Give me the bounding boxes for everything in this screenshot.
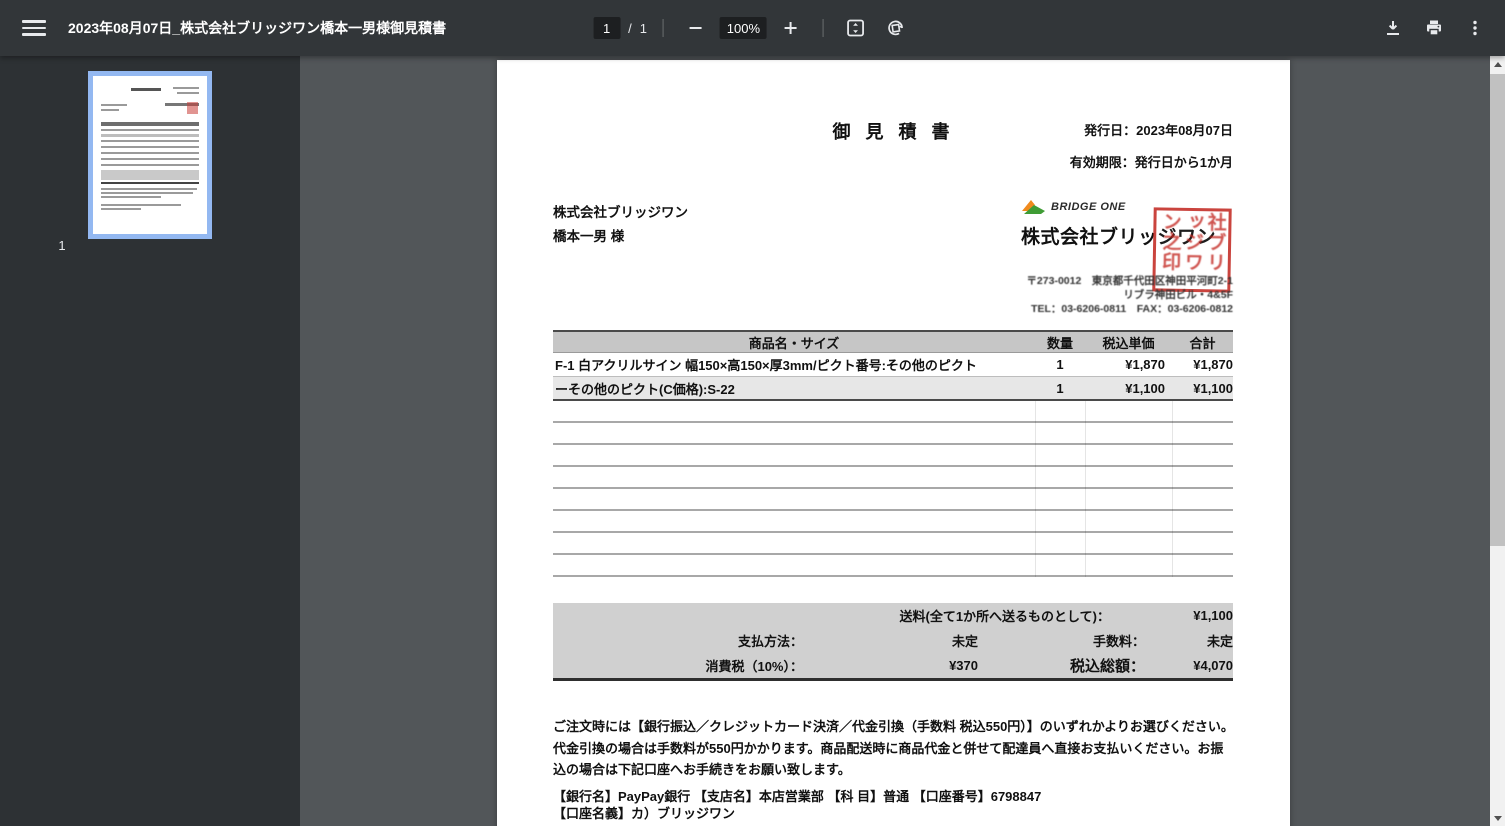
- empty-table-row: [553, 445, 1233, 467]
- payment-notes: ご注文時には【銀行振込／クレジットカード決済／代金引換（手数料 税込550円）】…: [553, 719, 1234, 777]
- zoom-in-icon: [784, 22, 797, 34]
- header-product: 商品名・サイズ: [748, 335, 840, 351]
- bank-info-line2: 【口座名義】カ）ブリッジワン: [553, 806, 736, 821]
- grand-total-label: 税込総額：: [1069, 658, 1145, 675]
- header-total: 合計: [1189, 335, 1216, 351]
- table-gap: [553, 577, 1233, 603]
- print-button[interactable]: [1418, 12, 1450, 44]
- tax-value: ¥370: [949, 658, 978, 673]
- print-icon: [1427, 20, 1441, 36]
- issue-date: 発行日：2023年08月07日: [1084, 123, 1233, 138]
- more-vertical-icon: [1473, 20, 1477, 36]
- thumbnail-page-number: 1: [58, 238, 66, 253]
- grand-total-value: ¥4,070: [1193, 658, 1233, 673]
- empty-table-row: [553, 423, 1233, 445]
- zoom-level-input[interactable]: [719, 17, 767, 39]
- company-logo-icon: [1022, 200, 1045, 214]
- empty-table-row: [553, 489, 1233, 511]
- table-header-row: 商品名・サイズ 数量 税込単価 合計: [553, 330, 1233, 353]
- thumbnail-page-preview: [88, 71, 212, 239]
- empty-table-row: [553, 467, 1233, 489]
- zoom-out-icon: [689, 27, 702, 29]
- header-unit-price: 税込単価: [1102, 335, 1155, 351]
- table-row: ーその他のピクト(C価格):S-22 1 ¥1,100 ¥1,100: [553, 377, 1233, 401]
- column-divider: [1172, 401, 1173, 577]
- toolbar-separator: [662, 19, 664, 37]
- thumbnail-sidebar: 1: [0, 56, 300, 826]
- rotate-counterclockwise-icon: [888, 20, 904, 36]
- pdf-viewer-area: 御 見 積 書 発行日：2023年08月07日 有効期限：発行日から1か月 株式…: [300, 56, 1490, 826]
- empty-rows: [553, 401, 1233, 577]
- shipping-value: ¥1,100: [1193, 608, 1233, 623]
- header-quantity: 数量: [1046, 335, 1073, 351]
- tax-label: 消費税（10%）：: [705, 659, 803, 674]
- empty-table-row: [553, 533, 1233, 555]
- toolbar-separator: [822, 19, 824, 37]
- page-number-input[interactable]: [593, 17, 621, 39]
- payment-method-value: 未定: [951, 634, 978, 649]
- empty-table-row: [553, 555, 1233, 577]
- recipient-name: 橋本一男 様: [553, 229, 625, 244]
- fee-label: 手数料：: [1092, 634, 1145, 649]
- page-thumbnail[interactable]: [88, 71, 212, 239]
- column-divider: [1035, 401, 1036, 577]
- vendor-address: 〒273-0012 東京都千代田区神田平河町2-1 リブラ神田ビル・4&5F T…: [1026, 275, 1233, 315]
- pdf-toolbar: 2023年08月07日_株式会社ブリッジワン橋本一男様御見積書 / 1: [0, 0, 1505, 56]
- scroll-down-button[interactable]: [1490, 810, 1505, 826]
- document-title: 2023年08月07日_株式会社ブリッジワン橋本一男様御見積書: [68, 20, 447, 36]
- shipping-label: 送料(全て1か所へ送るものとして)：: [899, 609, 1111, 624]
- estimate-table: 商品名・サイズ 数量 税込単価 合計 F-1 白アクリルサイン 幅150×高15…: [553, 330, 1233, 681]
- fit-to-page-icon: [847, 19, 865, 37]
- column-divider: [1085, 401, 1086, 577]
- vendor-block: BRIDGE ONE 株式会社ブリッジワン 株式会社ブリッジワン之印 〒273-…: [1021, 198, 1233, 315]
- pdf-page: 御 見 積 書 発行日：2023年08月07日 有効期限：発行日から1か月 株式…: [497, 60, 1290, 826]
- table-row: F-1 白アクリルサイン 幅150×高150×厚3mm/ピクト番号:その他のピク…: [553, 353, 1233, 377]
- page-divider: /: [628, 20, 632, 36]
- rotate-button[interactable]: [880, 12, 912, 44]
- more-options-button[interactable]: [1459, 12, 1491, 44]
- summary-block: 送料(全て1か所へ送るものとして)： ¥1,100 支払方法： 未定 手数料： …: [553, 603, 1233, 681]
- zoom-in-button[interactable]: [775, 12, 807, 44]
- company-logo-text: BRIDGE ONE: [1051, 201, 1126, 213]
- empty-table-row: [553, 511, 1233, 533]
- scroll-up-button[interactable]: [1490, 56, 1505, 72]
- scrollbar-thumb[interactable]: [1490, 74, 1505, 546]
- recipient-company: 株式会社ブリッジワン: [553, 205, 688, 220]
- empty-table-row: [553, 401, 1233, 423]
- scroll-up-icon: [1493, 61, 1502, 67]
- fit-to-page-button[interactable]: [840, 12, 872, 44]
- page-total: 1: [639, 20, 647, 36]
- menu-icon[interactable]: [22, 16, 46, 40]
- fee-value: 未定: [1206, 634, 1233, 649]
- download-icon: [1387, 21, 1399, 35]
- payment-method-label: 支払方法：: [737, 634, 803, 649]
- download-button[interactable]: [1377, 12, 1409, 44]
- expiry-date: 有効期限：発行日から1か月: [1069, 155, 1233, 170]
- scroll-down-icon: [1493, 815, 1502, 821]
- vertical-scrollbar[interactable]: [1490, 56, 1505, 826]
- zoom-out-button[interactable]: [680, 12, 712, 44]
